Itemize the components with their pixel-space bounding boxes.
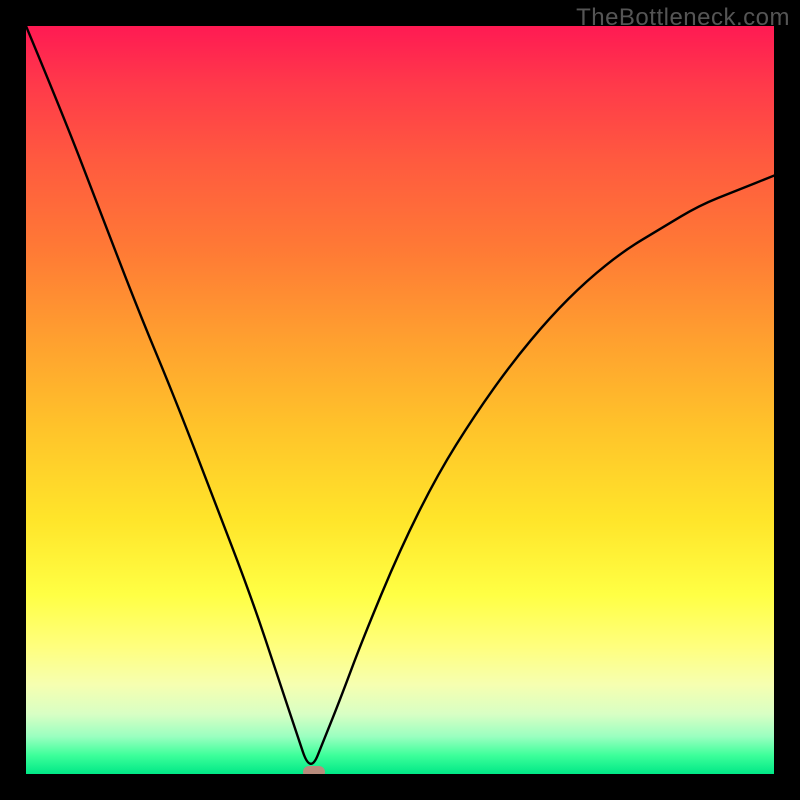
plot-area <box>26 26 774 774</box>
optimal-point-marker <box>303 766 325 774</box>
chart-frame: TheBottleneck.com <box>0 0 800 800</box>
curve-path <box>26 26 774 764</box>
bottleneck-curve <box>26 26 774 774</box>
